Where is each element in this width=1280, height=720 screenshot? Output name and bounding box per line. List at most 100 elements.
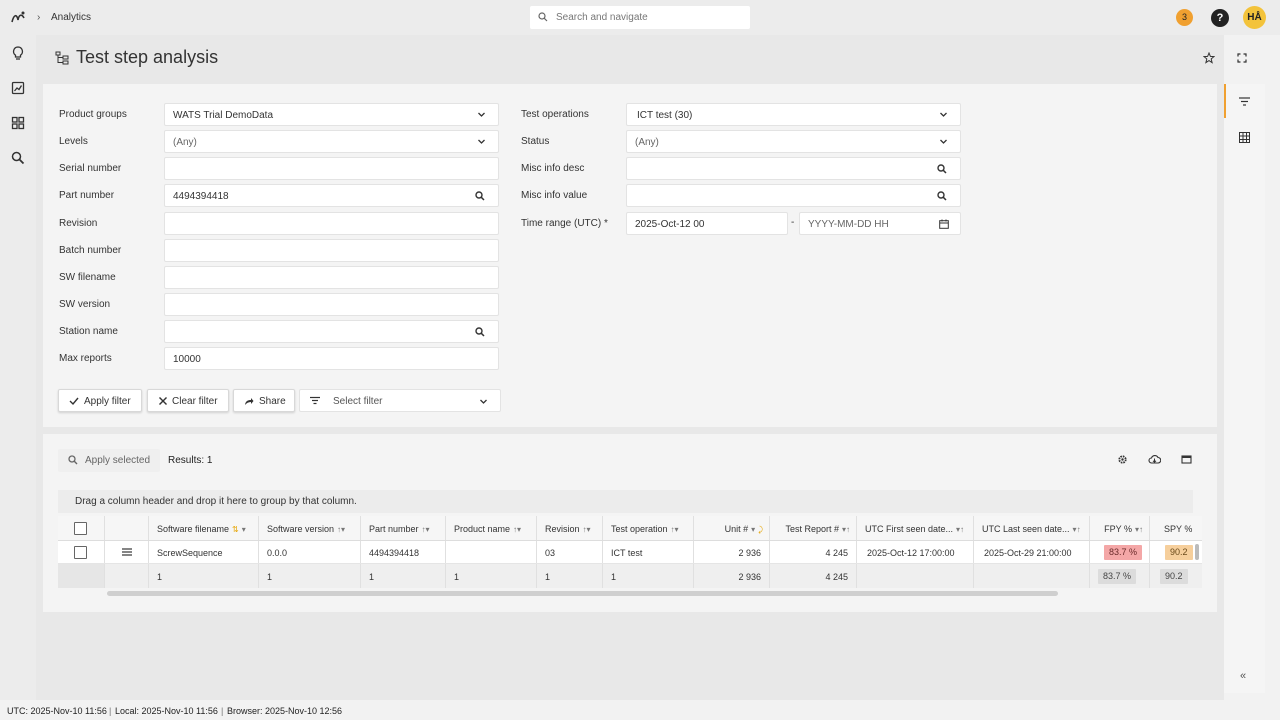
footer-divider: | <box>221 706 224 716</box>
levels-select[interactable]: (Any) <box>164 130 499 153</box>
report-chart-icon[interactable] <box>10 80 26 96</box>
share-button[interactable]: Share <box>233 389 295 412</box>
misc-info-value-input[interactable] <box>626 184 961 207</box>
fullscreen-icon[interactable] <box>1236 52 1248 64</box>
notification-badge[interactable]: 3 <box>1176 9 1193 26</box>
col-header-unit-count[interactable]: Unit # ▾ ⤸ <box>694 516 770 540</box>
col-header-fpy[interactable]: FPY % ▾↑ <box>1090 516 1150 540</box>
test-operations-label: Test operations <box>521 109 589 120</box>
chevron-down-icon <box>940 139 947 144</box>
revision-input[interactable] <box>164 212 499 235</box>
table-row[interactable]: ScrewSequence 0.0.0 4494394418 03 ICT te… <box>58 541 1202 564</box>
cloud-download-icon[interactable] <box>1148 454 1161 465</box>
col-header-product-name[interactable]: Product name ↑▾ <box>446 516 537 540</box>
global-search-input[interactable]: Search and navigate <box>530 6 750 29</box>
total-revision: 1 <box>537 564 603 588</box>
apply-filter-button[interactable]: Apply filter <box>58 389 142 412</box>
share-arrow-icon <box>245 398 254 405</box>
time-range-from-input[interactable]: 2025-Oct-12 00 <box>626 212 788 235</box>
max-reports-input[interactable]: 10000 <box>164 347 499 370</box>
serial-number-input[interactable] <box>164 157 499 180</box>
time-range-separator: - <box>791 217 795 228</box>
horizontal-scrollbar[interactable] <box>107 591 1058 596</box>
search-icon[interactable] <box>475 327 485 337</box>
breadcrumb[interactable]: Analytics <box>51 12 91 23</box>
col-header-part-number[interactable]: Part number ↑▾ <box>361 516 446 540</box>
sw-filename-input[interactable] <box>164 266 499 289</box>
col-header-last-seen[interactable]: UTC Last seen date... ▾↑ <box>974 516 1090 540</box>
step-tree-icon <box>55 51 69 65</box>
search-icon[interactable] <box>937 164 947 174</box>
results-grid: Software filename ⇅ ▾ Software version ↑▾ P… <box>58 516 1202 588</box>
row-checkbox[interactable] <box>74 546 87 559</box>
total-last-seen <box>974 564 1090 588</box>
col-header-software-filename[interactable]: Software filename ⇅ ▾ <box>149 516 259 540</box>
max-reports-label: Max reports <box>59 353 112 364</box>
check-icon <box>69 397 79 406</box>
search-icon[interactable] <box>475 191 485 201</box>
test-operations-select[interactable]: ICT test (30) <box>626 103 961 126</box>
search-icon[interactable] <box>937 191 947 201</box>
grid-header-row: Software filename ⇅ ▾ Software version ↑▾ P… <box>58 516 1202 541</box>
chevron-down-icon <box>480 399 487 404</box>
lightbulb-icon[interactable] <box>10 45 26 61</box>
col-header-spy[interactable]: SPY % <box>1150 516 1202 540</box>
clear-filter-button[interactable]: Clear filter <box>147 389 229 412</box>
status-select[interactable]: (Any) <box>626 130 961 153</box>
col-header-revision[interactable]: Revision ↑▾ <box>537 516 603 540</box>
chevron-down-icon <box>940 112 947 117</box>
status-footer: UTC: 2025-Nov-10 11:56 | Local: 2025-Nov… <box>0 700 1280 720</box>
calendar-icon[interactable] <box>939 219 949 229</box>
col-header-first-seen[interactable]: UTC First seen date... ▾↑ <box>857 516 974 540</box>
time-range-to-input[interactable]: YYYY-MM-DD HH <box>799 212 961 235</box>
table-icon[interactable] <box>1239 132 1250 143</box>
select-filter-dropdown[interactable]: Select filter <box>299 389 501 412</box>
user-avatar[interactable]: HÅ <box>1243 6 1266 29</box>
select-all-cell <box>58 516 105 540</box>
cell-test-operation: ICT test <box>603 541 694 563</box>
maximize-window-icon[interactable] <box>1181 454 1192 465</box>
select-all-checkbox[interactable] <box>74 522 87 535</box>
part-number-input[interactable]: 4494394418 <box>164 184 499 207</box>
totals-row: 1 1 1 1 1 1 2 936 4 245 83.7 % 90.2 <box>58 564 1202 588</box>
app-logo-icon[interactable] <box>10 10 26 26</box>
sw-filename-label: SW filename <box>59 272 116 283</box>
misc-info-value-label: Misc info value <box>521 190 588 201</box>
total-spy: 90.2 <box>1150 564 1202 588</box>
cell-software-version: 0.0.0 <box>259 541 361 563</box>
batch-number-input[interactable] <box>164 239 499 262</box>
station-name-input[interactable] <box>164 320 499 343</box>
col-header-software-version[interactable]: Software version ↑▾ <box>259 516 361 540</box>
col-header-test-operation[interactable]: Test operation ↑▾ <box>603 516 694 540</box>
results-count: Results: 1 <box>168 455 213 466</box>
chevron-right-icon: › <box>37 12 41 23</box>
favorite-star-icon[interactable] <box>1203 52 1215 64</box>
page-title: Test step analysis <box>76 47 219 67</box>
rail-active-indicator <box>1224 84 1226 118</box>
batch-number-label: Batch number <box>59 245 122 256</box>
total-software-filename: 1 <box>149 564 259 588</box>
search-icon <box>538 12 548 22</box>
status-label: Status <box>521 136 550 147</box>
spy-badge: 90.2 <box>1165 545 1193 560</box>
help-icon[interactable]: ? <box>1211 9 1229 27</box>
total-fpy: 83.7 % <box>1090 564 1150 588</box>
search-analyze-icon[interactable] <box>10 150 26 166</box>
apply-selected-button[interactable]: Apply selected <box>58 449 160 472</box>
filter-icon: ▾ <box>241 525 246 534</box>
cell-fpy: 83.7 % <box>1090 541 1150 563</box>
col-header-test-report-count[interactable]: Test Report # ▾↑ <box>770 516 857 540</box>
vertical-scrollbar[interactable] <box>1195 544 1199 560</box>
product-groups-select[interactable]: WATS Trial DemoData <box>164 103 499 126</box>
collapse-panel-icon[interactable]: « <box>1240 670 1246 682</box>
cell-last-seen: 2025-Oct-29 21:00:00 <box>974 541 1090 563</box>
settings-gear-icon[interactable] <box>1117 454 1128 465</box>
group-by-drop-zone[interactable]: Drag a column header and drop it here to… <box>58 490 1193 513</box>
sw-version-input[interactable] <box>164 293 499 316</box>
filter-list-icon[interactable] <box>1239 97 1250 106</box>
dashboard-icon[interactable] <box>10 115 26 131</box>
misc-info-desc-input[interactable] <box>626 157 961 180</box>
row-menu-cell <box>105 541 149 563</box>
hamburger-menu-icon[interactable] <box>122 548 132 556</box>
browser-time: Browser: 2025-Nov-10 12:56 <box>227 706 343 716</box>
